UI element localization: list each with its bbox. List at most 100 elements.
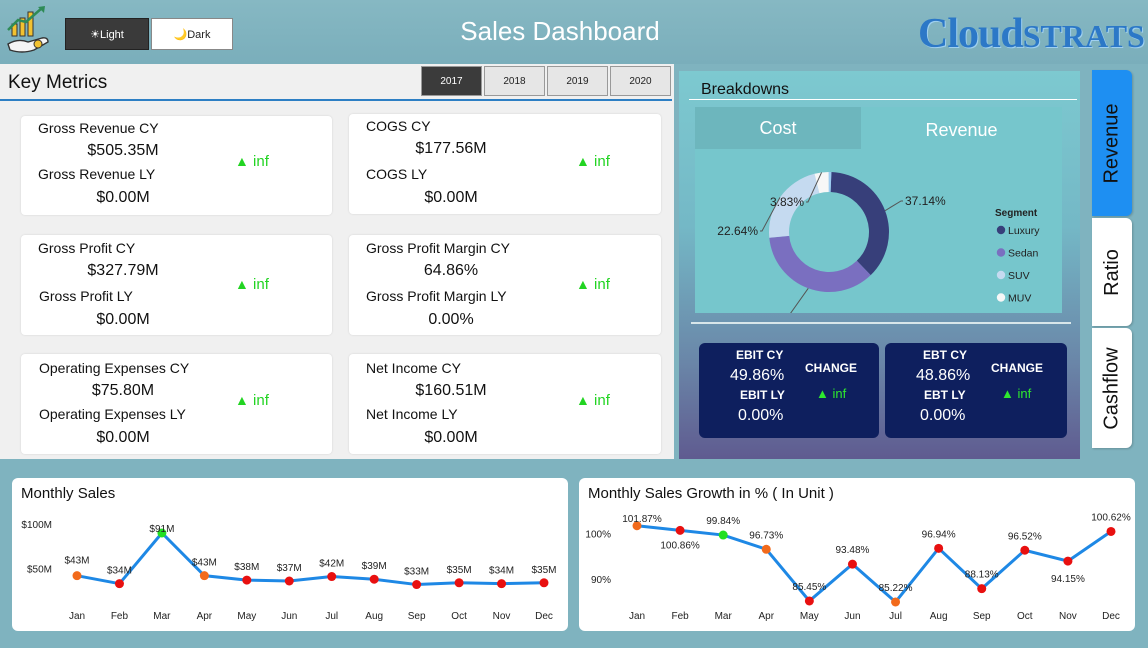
data-label-mar: $91M — [149, 524, 174, 535]
data-point-apr — [199, 571, 209, 581]
monthly-growth-chart-card: Monthly Sales Growth in % ( In Unit ) 90… — [579, 478, 1135, 631]
x-tick-label: Jul — [889, 611, 902, 622]
legend-title: Segment — [995, 208, 1038, 219]
metric-ly-value: 0.00% — [428, 311, 474, 328]
monthly-growth-line-chart: 90% 100% 101.87% Jan 100.86% Feb 99.84% Mar 96.7… — [585, 512, 1131, 622]
data-point-aug — [369, 574, 379, 584]
x-tick-label: Nov — [1059, 611, 1077, 622]
data-point-apr — [761, 544, 771, 554]
data-label-jul: 85.22% — [879, 583, 913, 594]
metric-cy-label: Gross Profit Margin CY — [366, 240, 510, 256]
ebt-change: ▲ inf — [1001, 386, 1031, 401]
dark-mode-button[interactable]: 🌙Dark — [151, 18, 233, 50]
legend-marker-sedan — [996, 248, 1006, 257]
data-point-jun — [284, 576, 294, 586]
ebit-ly-value: 0.00% — [738, 407, 784, 424]
metric-ly-label: COGS LY — [366, 166, 428, 182]
metric-change: ▲ inf — [576, 392, 610, 409]
ebit-change-value: inf — [832, 386, 847, 401]
data-point-oct — [1020, 545, 1030, 555]
data-point-may — [242, 575, 252, 585]
data-label-may: 85.45% — [792, 582, 826, 593]
up-arrow-icon: ▲ — [235, 153, 249, 169]
x-tick-label: Feb — [111, 611, 129, 622]
x-tick-label: May — [237, 611, 256, 622]
metric-change: ▲ inf — [576, 153, 610, 170]
x-tick-label: Apr — [197, 611, 213, 622]
data-label-jun: 93.48% — [835, 545, 869, 556]
year-button-2020[interactable]: 2020 — [610, 66, 671, 96]
y-tick-label: $50M — [27, 564, 52, 575]
sales-growth-logo-icon — [7, 6, 49, 53]
metric-change: ▲ inf — [576, 276, 610, 293]
segment-donut-chart: 37.14%35.69%22.64%3.83%SegmentLuxurySeda… — [717, 172, 1040, 313]
metric-cy-value: $177.56M — [415, 140, 487, 157]
metric-change-value: inf — [253, 392, 269, 409]
metric-cy-value: $75.80M — [91, 382, 155, 399]
ebit-box: EBIT CY 49.86% EBIT LY 0.00% CHANGE ▲ in… — [699, 343, 879, 438]
up-arrow-icon: ▲ — [1001, 386, 1014, 401]
legend-item-suv: SUV — [1008, 270, 1030, 282]
breakdown-chart-area: Cost Revenue 37.14%35.69%22.64%3.83%Segm… — [695, 107, 1062, 313]
ebt-change-label: CHANGE — [991, 361, 1044, 375]
metric-cy-label: Net Income CY — [366, 360, 461, 376]
y-tick-label: $100M — [21, 520, 52, 531]
year-button-2017[interactable]: 2017 — [421, 66, 482, 96]
data-label-aug: 96.94% — [922, 529, 956, 540]
metric-ly-label: Gross Revenue LY — [38, 166, 156, 182]
data-point-jul — [891, 597, 901, 607]
x-tick-label: Sep — [973, 611, 991, 622]
x-tick-label: Mar — [153, 611, 171, 622]
metric-card-cogs: COGS CY $177.56M COGS LY $0.00M ▲ inf — [349, 114, 661, 214]
metric-ly-value: $0.00M — [96, 429, 150, 446]
breakdowns-divider — [689, 99, 1077, 100]
data-label-apr: $43M — [192, 558, 217, 569]
x-tick-label: Mar — [715, 611, 733, 622]
legend-item-luxury: Luxury — [1008, 225, 1040, 237]
data-label-dec: 100.62% — [1091, 512, 1131, 523]
metric-cy-label: Operating Expenses CY — [39, 360, 190, 376]
data-point-may — [804, 596, 814, 606]
donut-slice-luxury — [830, 172, 889, 276]
x-tick-label: Aug — [365, 611, 383, 622]
side-tab-ratio[interactable]: Ratio — [1092, 218, 1132, 326]
side-tab-revenue[interactable]: Revenue — [1092, 70, 1132, 216]
brand-prefix: Cloud — [918, 11, 1024, 57]
data-label-apr: 96.73% — [749, 530, 783, 541]
monthly-sales-line-chart: $50M $100M $43M Jan $34M Feb $91M Mar $43M Apr $38… — [21, 520, 556, 622]
up-arrow-icon: ▲ — [235, 392, 249, 408]
data-point-aug — [934, 543, 944, 553]
x-tick-label: Feb — [671, 611, 689, 622]
ebit-cy-value: 49.86% — [730, 367, 785, 384]
metric-ly-value: $0.00M — [424, 429, 478, 446]
metric-card-net-income: Net Income CY $160.51M Net Income LY $0.… — [349, 354, 661, 454]
data-label-dec: $35M — [531, 565, 556, 576]
year-button-2018[interactable]: 2018 — [484, 66, 545, 96]
ebit-change: ▲ inf — [816, 386, 846, 401]
metric-ly-value: $0.00M — [96, 189, 150, 206]
metric-ly-value: $0.00M — [424, 189, 478, 206]
data-point-sep — [412, 580, 422, 590]
ebit-cy-label: EBIT CY — [736, 348, 784, 362]
x-tick-label: Aug — [930, 611, 948, 622]
year-button-2019[interactable]: 2019 — [547, 66, 608, 96]
donut-leader-line — [790, 288, 809, 313]
metric-card-gross-profit-margin: Gross Profit Margin CY 64.86% Gross Prof… — [349, 235, 661, 335]
data-point-jan — [72, 571, 82, 581]
metric-cy-value: $327.79M — [87, 262, 159, 279]
side-tab-cashflow[interactable]: Cashflow — [1092, 328, 1132, 448]
up-arrow-icon: ▲ — [576, 392, 590, 408]
data-point-jun — [847, 559, 857, 569]
breakdowns-panel: Breakdowns Cost Revenue 37.14%35.69%22.6… — [679, 71, 1080, 459]
data-label-may: $38M — [234, 562, 259, 573]
legend-marker-luxury — [996, 225, 1006, 235]
breakdowns-divider-2 — [691, 322, 1071, 324]
metric-card-gross-profit: Gross Profit CY $327.79M Gross Profit LY… — [21, 235, 332, 335]
ebit-change-label: CHANGE — [805, 361, 858, 375]
metric-change: ▲ inf — [235, 153, 269, 170]
y-tick-label: 100% — [585, 529, 611, 540]
data-point-dec — [1106, 526, 1116, 536]
light-mode-button[interactable]: ☀Light — [65, 18, 149, 50]
data-point-feb — [114, 579, 124, 589]
y-tick-label: 90% — [591, 575, 611, 586]
